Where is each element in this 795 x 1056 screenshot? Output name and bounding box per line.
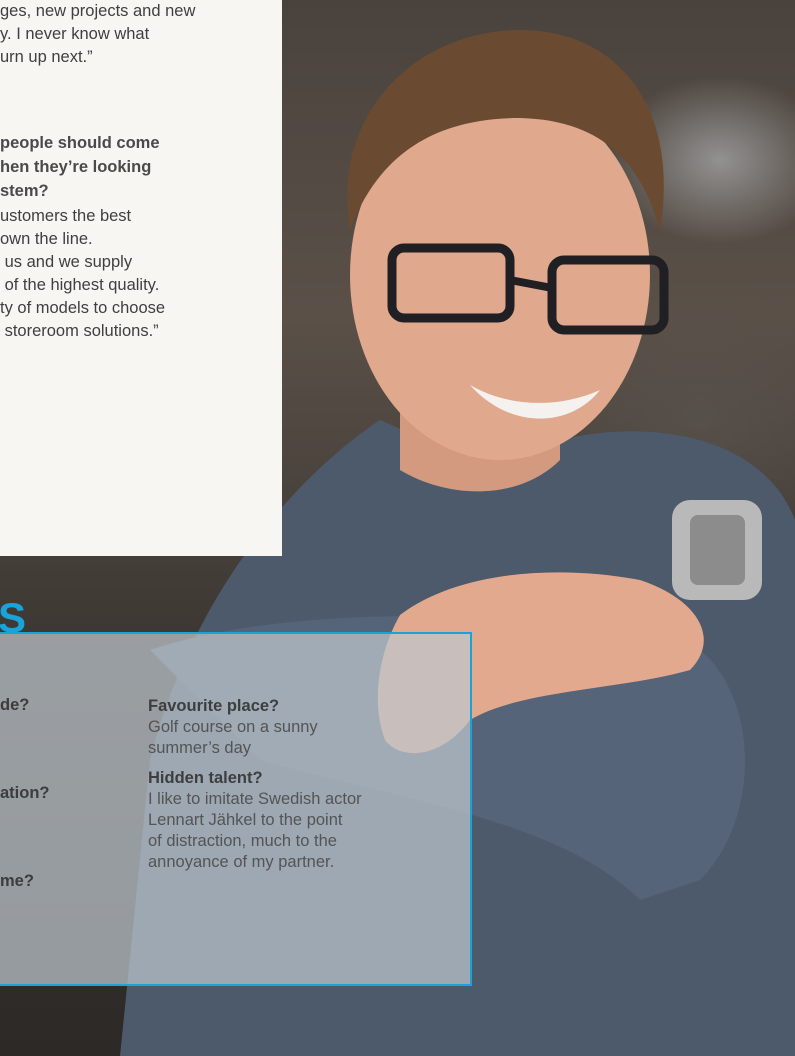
fact-right-column: Favourite place? Golf course on a sunny … bbox=[148, 696, 464, 882]
fact-answer-hidden-talent: I like to imitate Swedish actor Lennart … bbox=[148, 790, 362, 871]
article-quote: ges, new projects and new y. I never kno… bbox=[0, 2, 196, 66]
fact-left-question-1: de? bbox=[0, 696, 30, 714]
fact-box-heading: S bbox=[0, 594, 27, 641]
article-question: people should come hen they’re looking s… bbox=[0, 134, 160, 200]
fact-left-question-3: me? bbox=[0, 872, 34, 890]
fact-question-hidden-talent: Hidden talent? bbox=[148, 769, 263, 787]
fact-box: S de? ation? me? Favourite place? Golf c… bbox=[0, 597, 472, 986]
fact-answer-favourite-place: Golf course on a sunny summer’s day bbox=[148, 718, 318, 757]
fact-left-question-2: ation? bbox=[0, 784, 50, 802]
fact-question-favourite-place: Favourite place? bbox=[148, 697, 280, 715]
article-answer: ustomers the best own the line. us and w… bbox=[0, 207, 166, 340]
article-text-panel: ges, new projects and new y. I never kno… bbox=[0, 0, 282, 556]
